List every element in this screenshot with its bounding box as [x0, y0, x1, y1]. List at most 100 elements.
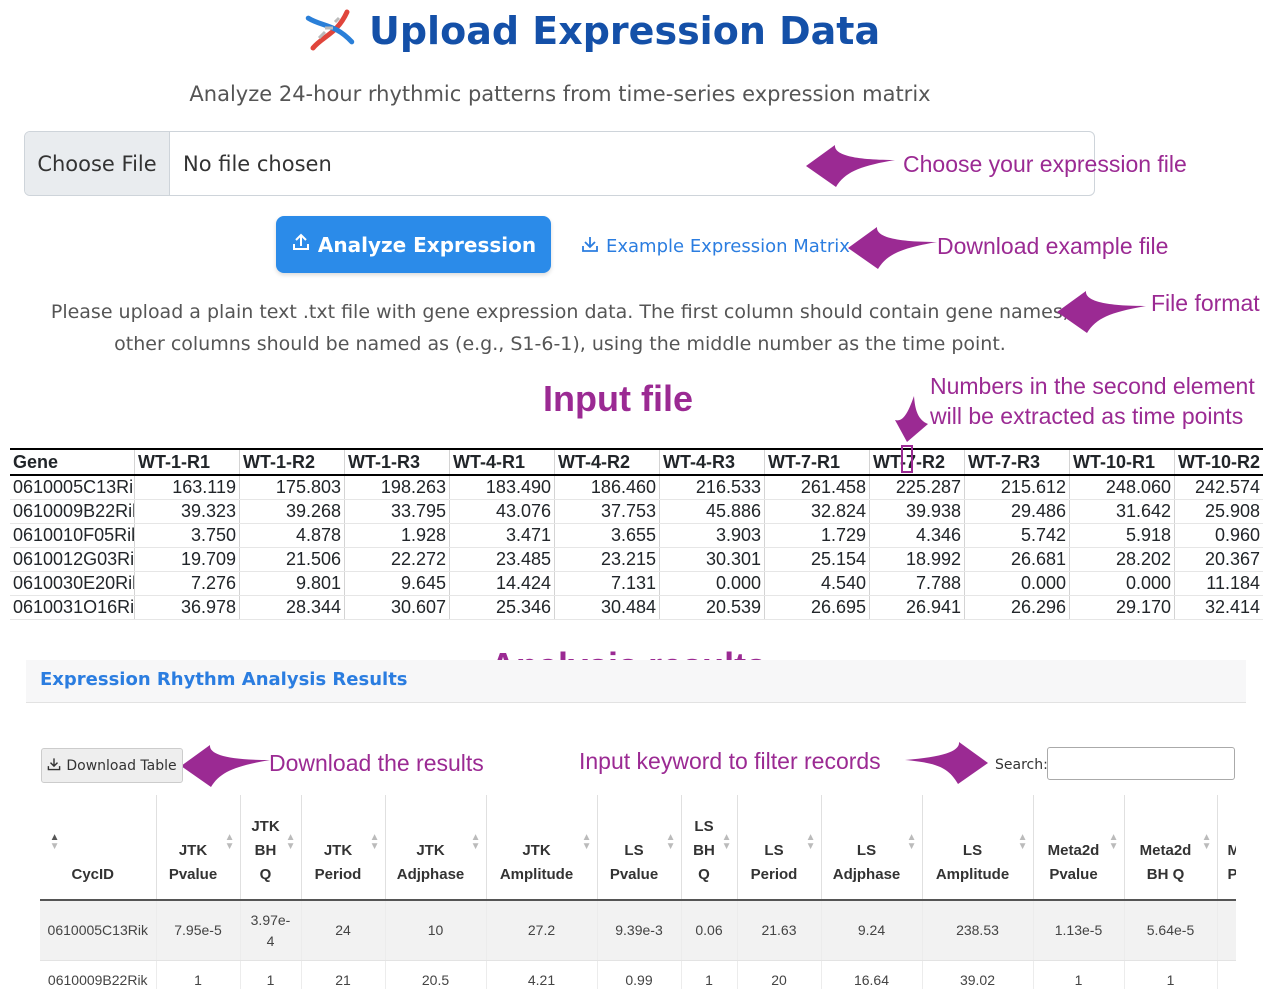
- table-cell: 21: [301, 960, 386, 989]
- sort-icon: ▲ ▼: [721, 832, 732, 852]
- sort-icon: ▲ ▼: [285, 832, 296, 852]
- column-header-line: LS: [624, 842, 644, 859]
- value-cell: 216.533: [659, 475, 765, 500]
- column-header-line: JTK: [178, 842, 208, 859]
- value-cell: 9.645: [344, 571, 450, 596]
- input-table-row: 0610010F05Rik 3.750 4.878 1.928 3.471 3.…: [10, 523, 1264, 548]
- value-cell: 242.574: [1174, 475, 1264, 500]
- value-cell: 28.344: [239, 595, 345, 620]
- table-cell: 20: [737, 960, 822, 989]
- value-cell: 3.750: [134, 523, 240, 548]
- table-cell: 3.97e-4: [240, 900, 302, 961]
- column-header-jtk-period[interactable]: JTK Period ▲ ▼: [301, 795, 386, 901]
- table-cell: 1: [681, 960, 738, 989]
- value-cell: 21.506: [239, 547, 345, 572]
- value-cell: 29.170: [1069, 595, 1175, 620]
- column-header-line: JTK: [251, 818, 280, 835]
- value-cell: 25.154: [764, 547, 870, 572]
- column-header-line: LS: [694, 818, 714, 835]
- search-label: Search:: [995, 757, 1048, 773]
- table-cell: 1.13e-5: [1033, 900, 1125, 961]
- table-cell: 7.95e-5: [156, 900, 241, 961]
- column-header-line: JTK: [522, 842, 551, 859]
- arrow-left-icon: [1057, 291, 1146, 333]
- table-cell: 9.39e-3: [597, 900, 682, 961]
- download-table-label: Download Table: [66, 757, 177, 774]
- input-table-row: 0610031O16Rik 36.978 28.344 30.607 25.34…: [10, 595, 1264, 620]
- results-header-row: CycID ▲ ▼ JTK Pvalue ▲ ▼ JTK BH Q ▲ ▼ JTK Period ▲ ▼…: [40, 795, 1237, 901]
- input-table-row: 0610009B22Rik 39.323 39.268 33.795 43.07…: [10, 499, 1264, 524]
- arrow-left-icon: [181, 745, 270, 787]
- input-col-header: WT-1-R2: [239, 448, 345, 476]
- gene-cell: 0610030E20Rik: [10, 571, 135, 596]
- value-cell: 3.903: [659, 523, 765, 548]
- column-header-meta2d-pvalue[interactable]: Meta2d Pvalue ▲ ▼: [1033, 795, 1125, 901]
- column-header-line: BH Q: [1146, 866, 1185, 883]
- value-cell: 26.296: [964, 595, 1070, 620]
- value-cell: 0.000: [659, 571, 765, 596]
- column-header-jtk-adjphase[interactable]: JTK Adjphase ▲ ▼: [385, 795, 487, 901]
- value-cell: 25.908: [1174, 499, 1264, 524]
- value-cell: 22.272: [344, 547, 450, 572]
- input-table-row: 0610030E20Rik 7.276 9.801 9.645 14.424 7…: [10, 571, 1264, 596]
- value-cell: 31.642: [1069, 499, 1175, 524]
- gene-cell: 0610005C13Rik: [10, 475, 135, 500]
- table-cell: [1217, 900, 1236, 961]
- column-header-line: JTK: [323, 842, 353, 859]
- column-header-truncated[interactable]: MP: [1217, 795, 1237, 901]
- sort-icon: ▲ ▼: [906, 832, 917, 852]
- value-cell: 0.000: [964, 571, 1070, 596]
- table-row: 0610009B22Rik 1 1 21 20.5 4.21 0.99 1 20…: [40, 960, 1236, 989]
- value-cell: 26.681: [964, 547, 1070, 572]
- column-header-line: JTK: [416, 842, 445, 859]
- value-cell: 183.490: [449, 475, 555, 500]
- value-cell: 32.414: [1174, 595, 1264, 620]
- download-table-button[interactable]: Download Table: [41, 748, 183, 783]
- column-header-jtk-bhq[interactable]: JTK BH Q ▲ ▼: [240, 795, 302, 901]
- input-col-header: WT-10-R2: [1174, 448, 1264, 476]
- bhq-value: 3.97e-4: [250, 911, 291, 949]
- table-cell: 39.02: [922, 960, 1034, 989]
- value-cell: 0.960: [1174, 523, 1264, 548]
- column-header-line: P: [1228, 866, 1237, 883]
- value-cell: 4.346: [869, 523, 965, 548]
- input-col-header: WT-7-R3: [964, 448, 1070, 476]
- value-cell: 36.978: [134, 595, 240, 620]
- value-cell: 19.709: [134, 547, 240, 572]
- results-table-container: CycID ▲ ▼ JTK Pvalue ▲ ▼ JTK BH Q ▲ ▼ JTK Period ▲ ▼…: [40, 795, 1236, 989]
- search-input[interactable]: [1047, 747, 1235, 780]
- column-header-meta2d-bhq[interactable]: Meta2d BH Q ▲ ▼: [1124, 795, 1218, 901]
- column-header-line: BH: [254, 842, 277, 859]
- value-cell: 20.539: [659, 595, 765, 620]
- column-header-ls-amplitude[interactable]: LS Amplitude ▲ ▼: [922, 795, 1034, 901]
- value-cell: 5.742: [964, 523, 1070, 548]
- table-cell: 1: [1033, 960, 1125, 989]
- sort-icon: ▲ ▼: [665, 832, 676, 852]
- sort-icon: ▲ ▼: [805, 832, 816, 852]
- column-header-line: Amplitude: [935, 866, 1010, 883]
- column-header-cycid[interactable]: CycID ▲ ▼: [40, 795, 157, 901]
- column-header-ls-bhq[interactable]: LS BH Q ▲ ▼: [681, 795, 738, 901]
- value-cell: 9.801: [239, 571, 345, 596]
- input-col-header: WT-1-R1: [134, 448, 240, 476]
- column-header-jtk-amplitude[interactable]: JTK Amplitude ▲ ▼: [486, 795, 598, 901]
- value-cell: 261.458: [764, 475, 870, 500]
- column-header-ls-pvalue[interactable]: LS Pvalue ▲ ▼: [597, 795, 682, 901]
- column-header-line: Meta2d: [1047, 842, 1100, 859]
- value-cell: 23.215: [554, 547, 660, 572]
- value-cell: 14.424: [449, 571, 555, 596]
- column-header-line: Q: [698, 866, 710, 883]
- column-header-jtk-pvalue[interactable]: JTK Pvalue ▲ ▼: [156, 795, 241, 901]
- value-cell: 30.301: [659, 547, 765, 572]
- sort-icon: ▲ ▼: [581, 832, 592, 852]
- table-cell: 21.63: [737, 900, 822, 961]
- column-header-line: Pvalue: [1049, 866, 1098, 883]
- column-header-line: Pvalue: [168, 866, 218, 883]
- column-header-ls-period[interactable]: LS Period ▲ ▼: [737, 795, 822, 901]
- gene-cell: 0610010F05Rik: [10, 523, 135, 548]
- value-cell: 18.992: [869, 547, 965, 572]
- column-header-line: CycID: [71, 866, 115, 883]
- column-header-ls-adjphase[interactable]: LS Adjphase ▲ ▼: [821, 795, 923, 901]
- value-cell: 39.938: [869, 499, 965, 524]
- column-header-line: Period: [314, 866, 362, 883]
